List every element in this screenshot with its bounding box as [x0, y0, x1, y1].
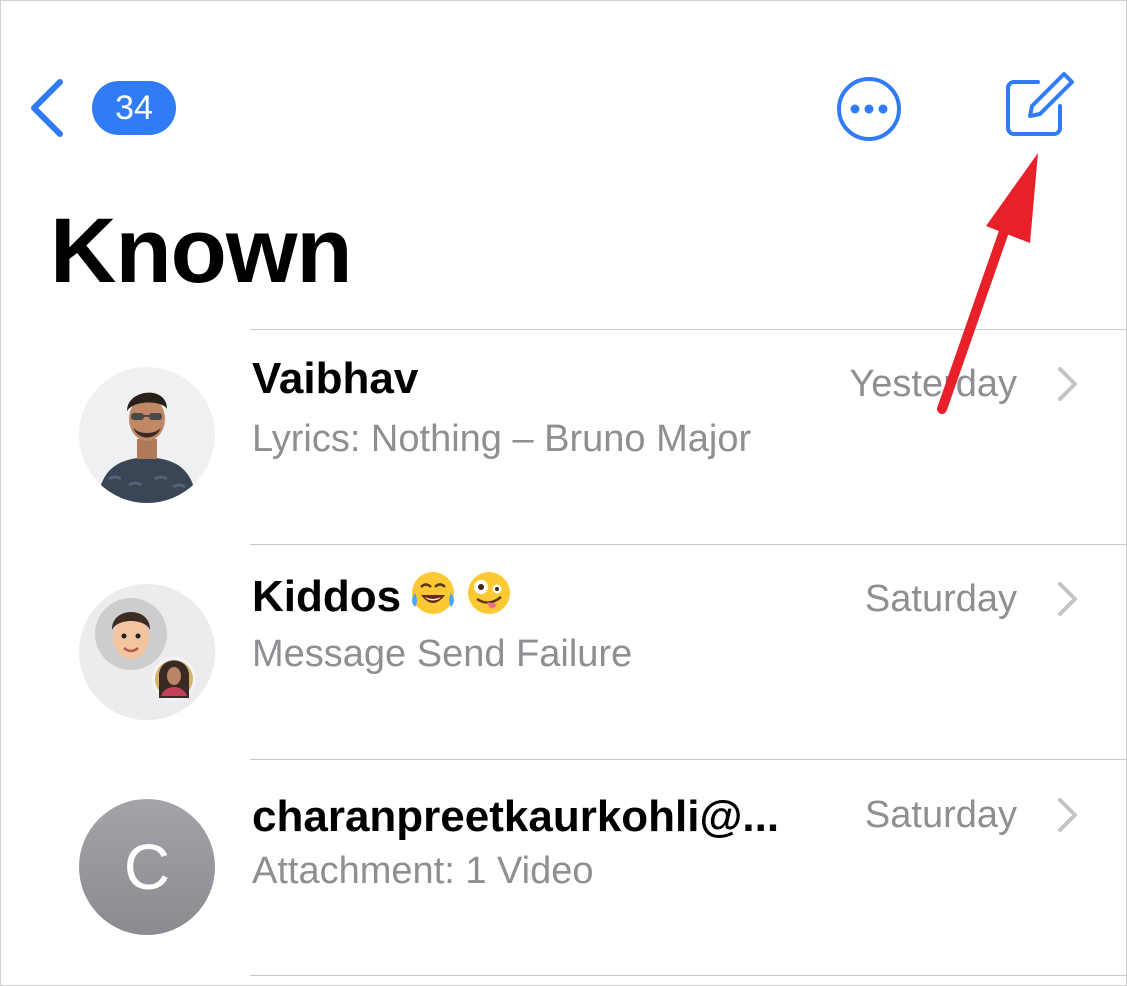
conversation-row-kiddos[interactable]: Kiddos Message Send Failure Saturday [0, 545, 1127, 760]
message-preview: Message Send Failure [252, 633, 633, 675]
contact-name: charanpreetkaurkohli@... [252, 792, 780, 841]
compose-icon [1006, 72, 1074, 136]
timestamp: Yesterday [849, 363, 1017, 405]
avatar [79, 367, 215, 503]
more-options-button[interactable] [836, 76, 902, 142]
compose-button[interactable] [1004, 70, 1076, 140]
message-preview: Attachment: 1 Video [252, 850, 594, 892]
timestamp: Saturday [864, 794, 1017, 836]
zany-face-emoji [468, 572, 511, 614]
contact-name: Vaibhav [252, 354, 419, 403]
ellipsis-circle-icon [837, 77, 901, 141]
chevron-right-icon [1058, 367, 1077, 401]
letter-avatar: C [79, 799, 215, 935]
list-divider [250, 975, 1127, 976]
page-title: Known [50, 200, 353, 302]
back-button[interactable] [28, 78, 68, 138]
timestamp: Saturday [864, 578, 1017, 620]
conversation-row-vaibhav[interactable]: Vaibhav Lyrics: Nothing – Bruno Major Ye… [0, 330, 1127, 545]
chevron-right-icon [1058, 582, 1077, 616]
message-preview: Lyrics: Nothing – Bruno Major [252, 418, 752, 460]
group-avatar [79, 584, 215, 720]
chevron-right-icon [1058, 798, 1077, 832]
contact-name-row: Kiddos [252, 569, 513, 622]
unread-count-badge[interactable]: 34 [92, 81, 176, 135]
contact-name: Kiddos [252, 572, 402, 621]
contact-photo [79, 367, 215, 503]
chevron-left-icon [31, 79, 63, 137]
face-with-tears-of-joy-emoji [412, 572, 455, 614]
group-avatar-image [79, 584, 215, 720]
conversation-row-charanpreet[interactable]: C charanpreetkaurkohli@... Attachment: 1… [0, 760, 1127, 975]
